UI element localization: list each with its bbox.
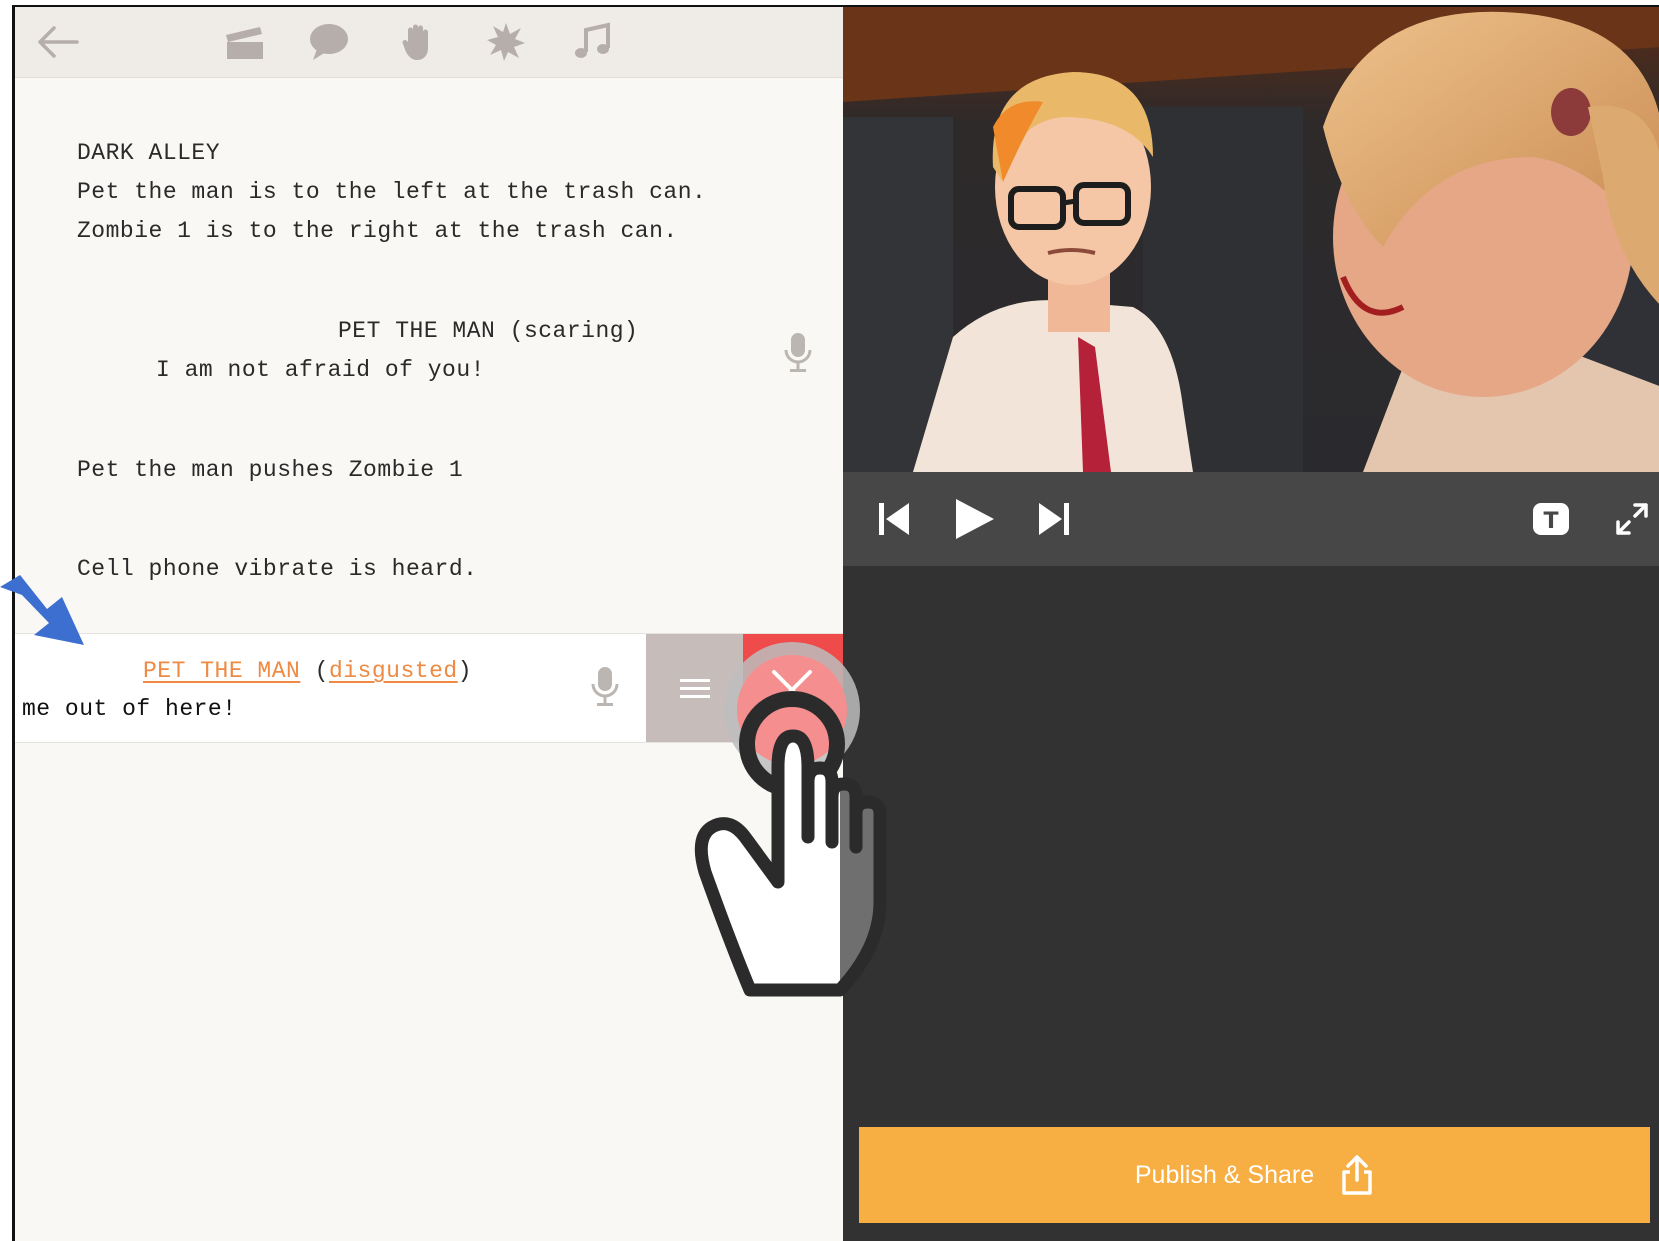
scene-heading[interactable]: DARK ALLEY (77, 140, 220, 166)
text-toggle-button[interactable]: T (1526, 494, 1576, 544)
character-name: PET THE MAN (338, 318, 496, 344)
skip-forward-icon (1039, 503, 1069, 535)
tutorial-arrow-icon (0, 575, 84, 645)
character-name-link[interactable]: PET THE MAN (143, 658, 300, 684)
back-button[interactable] (34, 19, 82, 65)
parenthetical: (scaring) (509, 318, 639, 344)
skip-back-icon (879, 503, 909, 535)
fullscreen-icon (1616, 503, 1648, 535)
record-voice-button[interactable] (587, 664, 623, 710)
player-controls: T (843, 472, 1659, 566)
hand-icon (402, 24, 428, 60)
microphone-icon (591, 667, 619, 706)
publish-share-label: Publish & Share (1134, 1160, 1315, 1189)
dialogue-line[interactable]: me out of here! (22, 696, 237, 722)
scene-viewport[interactable] (843, 7, 1659, 472)
fullscreen-button[interactable] (1607, 494, 1657, 544)
scene-tool-button[interactable] (220, 19, 268, 65)
scene-render (843, 7, 1659, 472)
star-burst-icon (487, 23, 525, 61)
dialogue-character-header[interactable]: PET THE MAN (disgusted) (143, 658, 472, 684)
svg-text:T: T (1543, 509, 1558, 534)
skip-forward-button[interactable] (1029, 494, 1079, 544)
clapperboard-icon (226, 27, 263, 59)
microphone-icon (784, 333, 812, 372)
publish-share-button[interactable]: Publish & Share (859, 1127, 1650, 1223)
dialogue-line[interactable]: I am not afraid of you! (156, 357, 485, 383)
action-line[interactable]: Pet the man pushes Zombie 1 (77, 457, 463, 483)
preview-panel: T Publish & Share (843, 7, 1659, 1241)
action-line[interactable]: Cell phone vibrate is heard. (77, 556, 477, 582)
skip-back-button[interactable] (869, 494, 919, 544)
music-note-icon (575, 22, 610, 58)
action-tool-button[interactable] (394, 19, 442, 65)
action-line[interactable]: Pet the man is to the left at the trash … (77, 179, 706, 205)
script-editor: DARK ALLEY Pet the man is to the left at… (15, 7, 843, 1241)
tap-gesture-icon (694, 642, 887, 997)
app-window: DARK ALLEY Pet the man is to the left at… (12, 5, 1659, 1241)
editor-toolbar (15, 7, 843, 78)
speech-bubble-icon (310, 24, 348, 60)
action-line[interactable]: Zombie 1 is to the right at the trash ca… (77, 218, 678, 244)
play-icon (956, 499, 994, 539)
dialogue-character-header[interactable]: PET THE MAN (scaring) (338, 318, 638, 344)
dialogue-tool-button[interactable] (305, 19, 353, 65)
music-tool-button[interactable] (568, 19, 616, 65)
effect-tool-button[interactable] (482, 19, 530, 65)
share-icon (1342, 1155, 1372, 1195)
play-button[interactable] (949, 494, 999, 544)
record-voice-button[interactable] (780, 330, 816, 376)
emotion-link[interactable]: disgusted (329, 658, 458, 684)
back-arrow-icon (38, 26, 79, 58)
text-toggle-icon: T (1533, 503, 1569, 535)
